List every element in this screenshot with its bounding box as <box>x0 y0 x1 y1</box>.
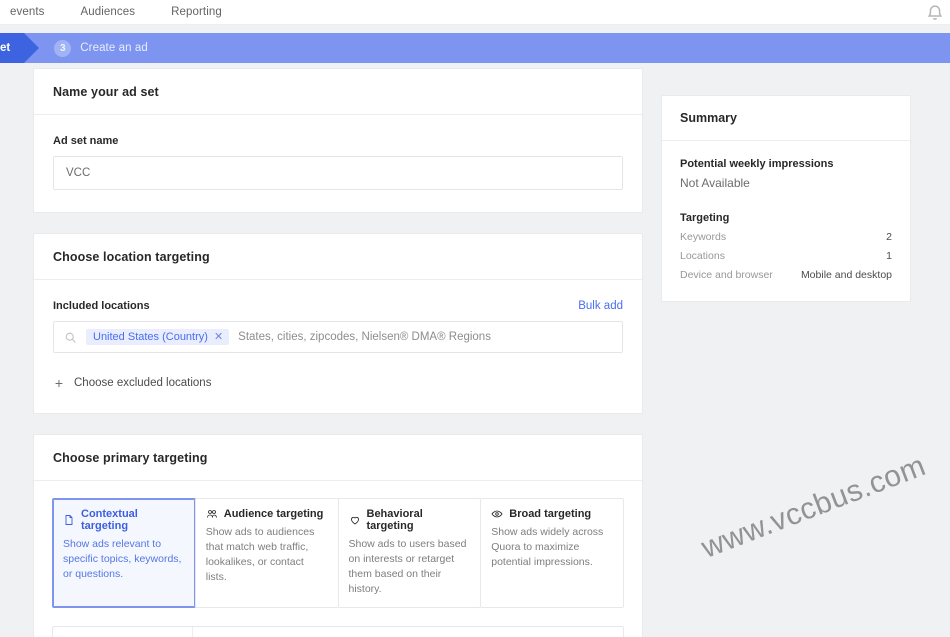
targeting-option-broad[interactable]: Broad targeting Show ads widely across Q… <box>480 498 624 608</box>
location-search-input[interactable]: United States (Country) ✕ States, cities… <box>53 321 623 353</box>
step-previous-ad-set[interactable]: et <box>0 33 24 63</box>
summary-row-value: Mobile and desktop <box>801 269 892 281</box>
summary-row-value: 1 <box>886 250 892 262</box>
behavioral-option-title: Behavioral targeting <box>367 508 470 532</box>
ad-set-name-input[interactable] <box>53 156 623 190</box>
nav-item-events[interactable]: events <box>0 6 62 18</box>
included-locations-label: Included locations <box>53 300 150 312</box>
summary-row-keywords: Keywords 2 <box>680 231 892 243</box>
location-token-label: United States (Country) <box>93 331 208 343</box>
ad-set-page: events Audiences Reporting et 3 Create a… <box>0 0 950 637</box>
summary-row-device-browser: Device and browser Mobile and desktop <box>680 269 892 281</box>
summary-body: Potential weekly impressions Not Availab… <box>662 141 910 301</box>
location-targeting-body: Included locations Bulk add United State… <box>34 280 642 413</box>
main-column: Name your ad set Ad set name Choose loca… <box>33 68 643 637</box>
targeting-option-audience[interactable]: Audience targeting Show ads to audiences… <box>195 498 339 608</box>
audience-option-header: Audience targeting <box>206 508 327 520</box>
page-title: Name your ad set <box>53 85 623 99</box>
targeting-option-contextual[interactable]: Contextual targeting Show ads relevant t… <box>52 498 196 608</box>
broad-option-header: Broad targeting <box>491 508 612 520</box>
eye-icon <box>491 508 503 520</box>
people-icon <box>206 508 218 520</box>
choose-excluded-locations-label: Choose excluded locations <box>74 377 211 389</box>
broad-option-title: Broad targeting <box>509 508 591 520</box>
page-content: Name your ad set Ad set name Choose loca… <box>0 63 950 637</box>
summary-row-key: Keywords <box>680 231 726 243</box>
step-previous-label: et <box>0 42 10 54</box>
ad-set-name-label: Ad set name <box>53 135 623 147</box>
summary-row-key: Locations <box>680 250 725 262</box>
heart-icon <box>349 514 361 526</box>
contextual-option-header: Contextual targeting <box>63 508 184 532</box>
bulk-add-link[interactable]: Bulk add <box>578 300 623 312</box>
audience-option-description: Show ads to audiences that match web tra… <box>206 525 327 585</box>
targeting-option-grid: Contextual targeting Show ads relevant t… <box>52 498 624 608</box>
summary-card: Summary Potential weekly impressions Not… <box>661 95 911 302</box>
contextual-option-description: Show ads relevant to specific topics, ke… <box>63 537 184 582</box>
location-targeting-card: Choose location targeting Included locat… <box>33 233 643 414</box>
nav-item-reporting[interactable]: Reporting <box>153 6 240 18</box>
targeting-mode-list: Topics Show ads relevant to specific Quo… <box>53 627 193 637</box>
primary-targeting-card: Choose primary targeting Contextual targ… <box>33 434 643 637</box>
name-ad-set-card: Name your ad set Ad set name <box>33 68 643 213</box>
search-icon <box>64 331 77 344</box>
location-targeting-title: Choose location targeting <box>53 250 623 264</box>
name-ad-set-body: Ad set name <box>34 115 642 212</box>
notifications-button[interactable] <box>924 2 946 24</box>
audience-option-title: Audience targeting <box>224 508 324 520</box>
plus-icon: + <box>53 375 65 391</box>
summary-row-value: 2 <box>886 231 892 243</box>
summary-column: Summary Potential weekly impressions Not… <box>661 95 911 322</box>
step-create-an-ad[interactable]: 3 Create an ad <box>54 40 148 57</box>
primary-targeting-header: Choose primary targeting <box>34 435 642 481</box>
location-targeting-header: Choose location targeting <box>34 234 642 280</box>
summary-row-locations: Locations 1 <box>680 250 892 262</box>
behavioral-option-description: Show ads to users based on interests or … <box>349 537 470 597</box>
primary-targeting-body: Contextual targeting Show ads relevant t… <box>34 481 642 637</box>
potential-impressions-label: Potential weekly impressions <box>680 158 892 170</box>
nav-item-audiences[interactable]: Audiences <box>62 6 153 18</box>
wizard-step-bar: et 3 Create an ad <box>0 33 950 63</box>
included-locations-label-row: Included locations Bulk add <box>53 300 623 312</box>
document-icon <box>63 514 75 526</box>
top-navigation-bar: events Audiences Reporting <box>0 0 950 25</box>
summary-title: Summary <box>680 111 892 125</box>
summary-targeting-label: Targeting <box>680 212 892 224</box>
targeted-keywords-panel: Targeted keywords virtual credit card ✕ … <box>193 627 623 637</box>
targeting-sub-panel: Topics Show ads relevant to specific Quo… <box>52 626 624 637</box>
summary-targeting-section: Targeting Keywords 2 Locations 1 Device … <box>680 212 892 281</box>
name-ad-set-header: Name your ad set <box>34 69 642 115</box>
contextual-option-title: Contextual targeting <box>81 508 184 532</box>
bell-icon <box>924 2 946 24</box>
summary-header: Summary <box>662 96 910 141</box>
primary-targeting-title: Choose primary targeting <box>53 451 623 465</box>
targeting-option-behavioral[interactable]: Behavioral targeting Show ads to users b… <box>338 498 482 608</box>
location-token[interactable]: United States (Country) ✕ <box>86 329 229 345</box>
location-input-placeholder: States, cities, zipcodes, Nielsen® DMA® … <box>238 331 491 343</box>
summary-row-key: Device and browser <box>680 269 773 281</box>
broad-option-description: Show ads widely across Quora to maximize… <box>491 525 612 570</box>
remove-location-token-icon[interactable]: ✕ <box>214 332 223 343</box>
step-number-badge: 3 <box>54 40 71 57</box>
behavioral-option-header: Behavioral targeting <box>349 508 470 532</box>
potential-impressions-value: Not Available <box>680 176 892 190</box>
step-current-label: Create an ad <box>80 42 148 54</box>
choose-excluded-locations-button[interactable]: + Choose excluded locations <box>53 375 623 391</box>
nav-item-list: events Audiences Reporting <box>0 6 240 18</box>
